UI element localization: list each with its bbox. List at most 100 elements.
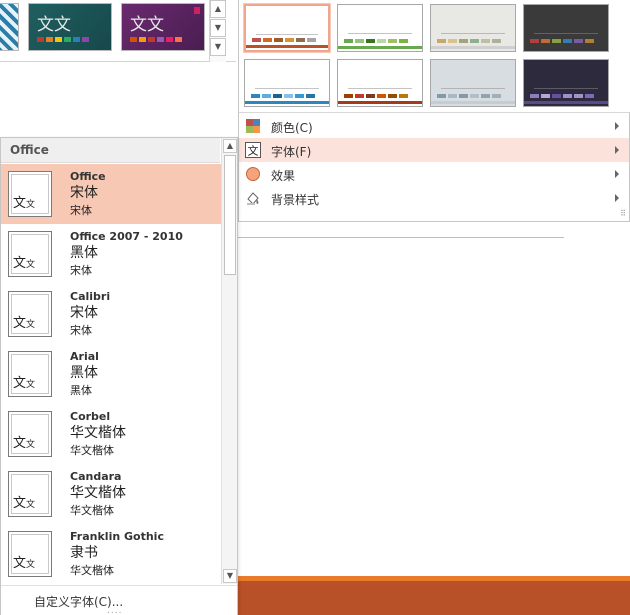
color-swatch — [552, 94, 561, 98]
menu-item-background-styles[interactable]: 背景样式 — [239, 186, 629, 210]
font-preview-thumbnail: 文文 — [8, 291, 52, 337]
menu-item-label: 背景样式 — [271, 193, 320, 207]
color-swatch — [541, 39, 550, 43]
color-swatch — [37, 37, 44, 42]
font-preview-heading-glyph: 文 — [13, 316, 27, 331]
color-swatch — [157, 37, 164, 42]
gallery-scroll-down-button[interactable]: ▼ — [210, 19, 226, 37]
gallery-scrollbar[interactable]: ▲ ▼ ▼ — [209, 0, 226, 62]
font-heading-sample: 宋体 — [70, 305, 98, 321]
variant-title-line — [348, 33, 412, 34]
variant-title-line — [534, 33, 598, 34]
variant-accent-line — [338, 101, 422, 104]
variant-office-orange[interactable] — [244, 4, 330, 52]
color-swatch — [175, 37, 182, 42]
color-swatch — [470, 94, 479, 98]
font-theme-item[interactable]: 文文 Franklin Gothic 隶书 华文楷体 — [1, 524, 221, 584]
customize-fonts-button[interactable]: 自定义字体(C)... .... — [1, 585, 237, 615]
submenu-arrow-icon — [615, 194, 619, 202]
color-swatch — [263, 38, 272, 42]
resize-grip-icon[interactable]: .... — [107, 606, 122, 615]
variant-blue[interactable] — [244, 59, 330, 107]
color-swatch — [73, 37, 80, 42]
theme-corner-accent — [194, 7, 200, 14]
font-theme-item[interactable]: 文文 Office 2007 - 2010 黑体 宋体 — [1, 224, 221, 284]
theme-thumbnail-purple[interactable]: 文文 — [121, 3, 205, 51]
font-body-sample: 华文楷体 — [70, 504, 114, 517]
scroll-down-button[interactable]: ▼ — [223, 569, 237, 583]
menu-item-colors[interactable]: 颜色(C) — [239, 114, 629, 138]
color-swatch — [448, 39, 457, 43]
font-theme-item[interactable]: 文文 Office 宋体 宋体 — [1, 164, 221, 224]
menu-item-fonts[interactable]: 文 字体(F) — [239, 138, 629, 162]
fonts-section-header-label: Office — [10, 143, 49, 157]
font-preview-heading-glyph: 文 — [13, 376, 27, 391]
theme-thumbnail-teal[interactable]: 文文 — [28, 3, 112, 51]
variant-dark[interactable] — [523, 4, 609, 52]
theme-thumbnail-pattern[interactable] — [0, 3, 19, 51]
color-swatch — [377, 39, 386, 43]
menu-item-label: 颜色(C) — [271, 121, 313, 135]
font-preview-text: 文文 — [13, 432, 35, 451]
variant-title-line — [256, 34, 318, 35]
color-swatch — [481, 39, 490, 43]
menu-item-effects[interactable]: 效果 — [239, 162, 629, 186]
font-preview-heading-glyph: 文 — [13, 196, 27, 211]
variant-brown[interactable] — [337, 59, 423, 107]
variant-green[interactable] — [337, 4, 423, 52]
font-preview-text: 文文 — [13, 312, 35, 331]
font-theme-item[interactable]: 文文 Candara 华文楷体 华文楷体 — [1, 464, 221, 524]
color-swatch — [307, 38, 316, 42]
variant-slate[interactable] — [430, 59, 516, 107]
scrollbar-thumb[interactable] — [224, 155, 236, 275]
variant-accent-line — [524, 101, 608, 104]
font-heading-sample: 华文楷体 — [70, 425, 126, 441]
font-theme-list: 文文 Office 宋体 宋体 文文 Office 2007 - 2010 黑体 宋体 文文 Ca… — [1, 164, 221, 584]
font-body-sample: 宋体 — [70, 264, 92, 277]
font-theme-item[interactable]: 文文 Arial 黑体 黑体 — [1, 344, 221, 404]
color-swatch — [344, 39, 353, 43]
color-swatch — [366, 39, 375, 43]
font-body-sample: 华文楷体 — [70, 564, 114, 577]
font-preview-body-glyph: 文 — [26, 560, 36, 570]
color-swatch — [492, 39, 501, 43]
font-preview-thumbnail: 文文 — [8, 531, 52, 577]
font-theme-item[interactable]: 文文 Corbel 华文楷体 华文楷体 — [1, 404, 221, 464]
font-body-sample: 黑体 — [70, 384, 92, 397]
color-swatch — [481, 94, 490, 98]
color-swatch — [64, 37, 71, 42]
fonts-scrollbar[interactable]: ▲ ▼ — [221, 138, 237, 584]
color-swatch — [148, 37, 155, 42]
variant-title-line — [441, 88, 505, 89]
variant-gray[interactable] — [430, 4, 516, 52]
variant-color-bar — [252, 38, 316, 42]
font-preview-thumbnail: 文文 — [8, 411, 52, 457]
scroll-up-button[interactable]: ▲ — [223, 139, 237, 153]
resize-grip-icon[interactable]: ⠿ — [620, 209, 626, 218]
theme-thumbnail-colors — [130, 37, 182, 42]
font-preview-heading-glyph: 文 — [13, 436, 27, 451]
gallery-more-button[interactable]: ▼ — [210, 38, 226, 56]
variant-title-line — [348, 88, 412, 89]
color-swatch — [251, 94, 260, 98]
color-swatch — [46, 37, 53, 42]
theme-gallery: 文文 文文 ▲ ▼ ▼ — [0, 0, 236, 62]
color-swatch — [366, 94, 375, 98]
color-swatch — [388, 94, 397, 98]
variant-purple[interactable] — [523, 59, 609, 107]
variant-color-bar — [530, 39, 594, 43]
color-swatch — [552, 39, 561, 43]
color-swatch — [285, 38, 294, 42]
variant-title-line — [255, 88, 319, 89]
color-swatch — [574, 39, 583, 43]
variant-color-bar — [437, 94, 501, 98]
font-preview-body-glyph: 文 — [26, 200, 36, 210]
font-body-sample: 华文楷体 — [70, 444, 114, 457]
font-preview-thumbnail: 文文 — [8, 471, 52, 517]
fonts-submenu: Office 文文 Office 宋体 宋体 文文 Office 2007 - 2010 黑… — [0, 137, 238, 615]
variant-title-line — [441, 33, 505, 34]
gallery-scroll-up-button[interactable]: ▲ — [210, 0, 226, 18]
font-theme-item[interactable]: 文文 Calibri 宋体 宋体 — [1, 284, 221, 344]
font-heading-sample: 华文楷体 — [70, 485, 126, 501]
font-body-sample: 宋体 — [70, 324, 92, 337]
